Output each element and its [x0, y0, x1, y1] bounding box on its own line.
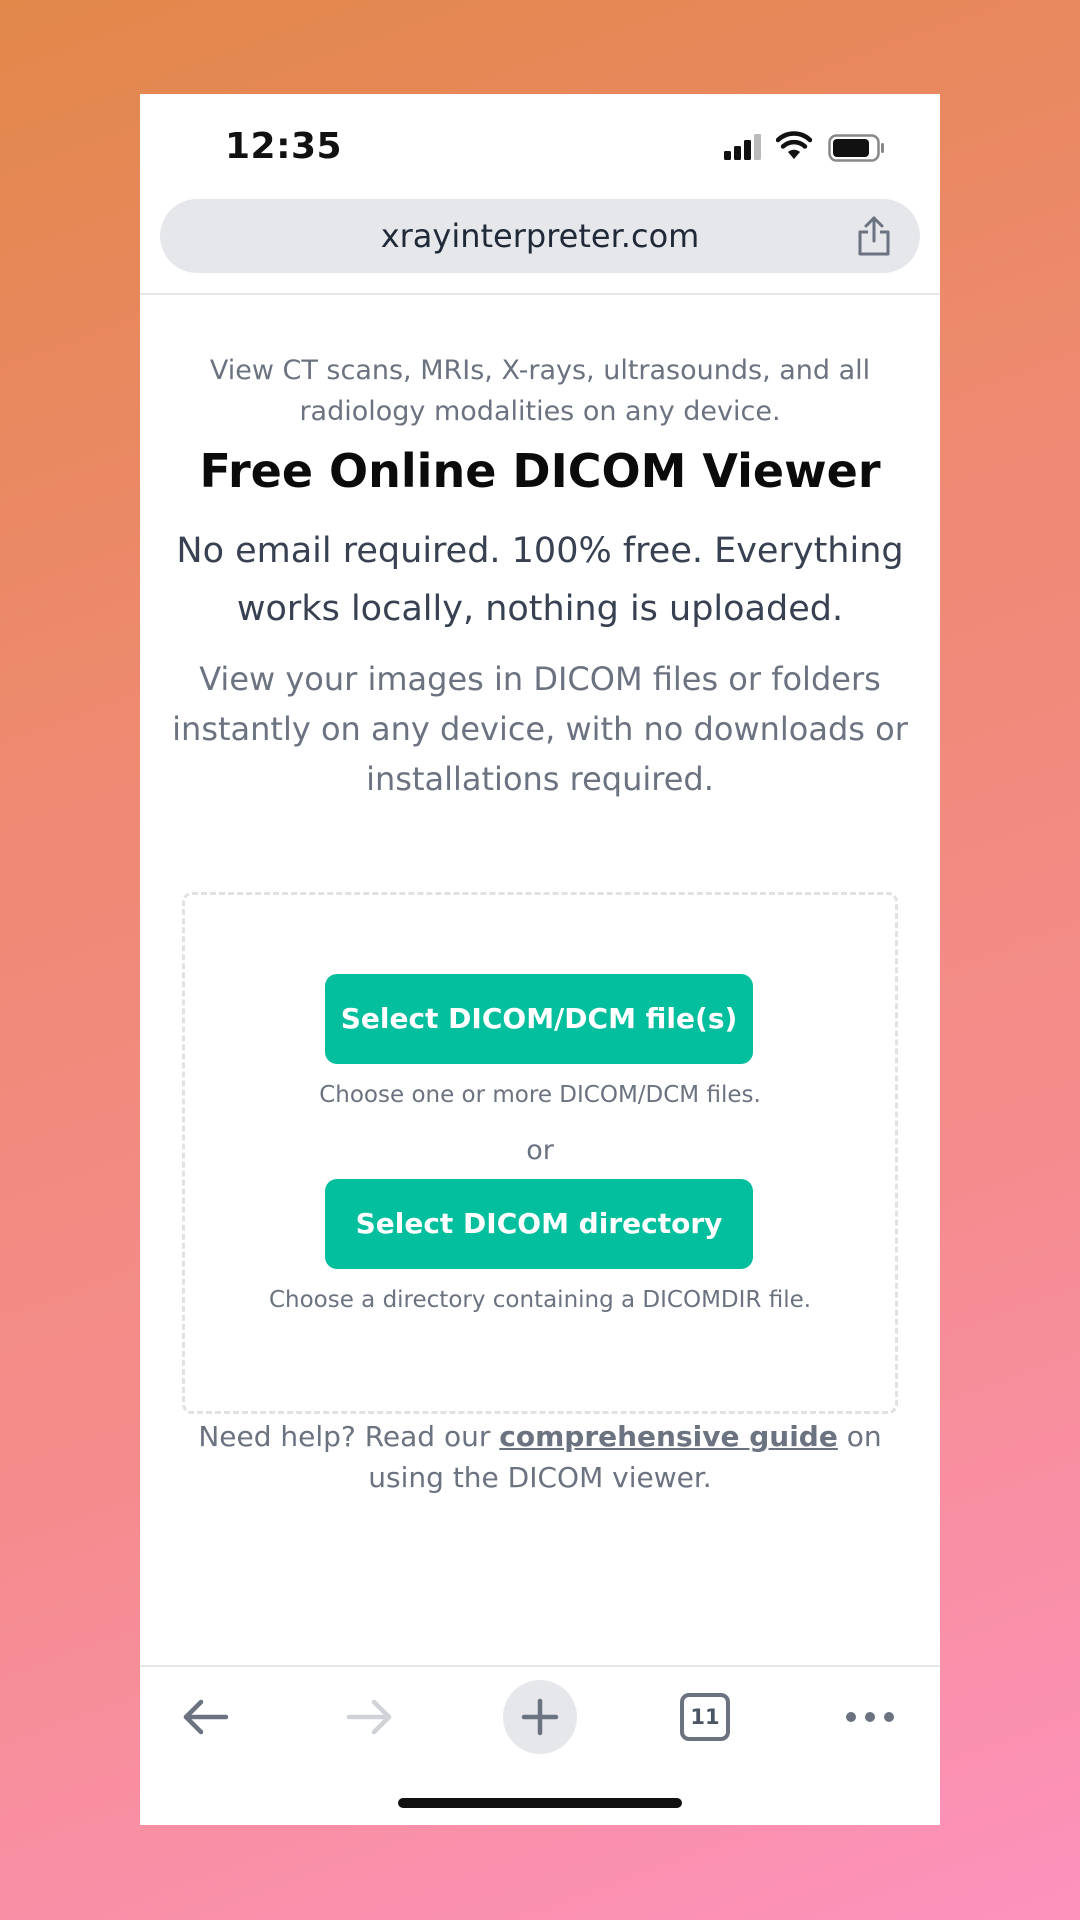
wifi-icon — [776, 131, 812, 159]
directory-hint: Choose a directory containing a DICOMDIR… — [268, 1287, 812, 1313]
select-directory-button[interactable]: Select DICOM directory — [325, 1179, 753, 1269]
more-icon — [846, 1712, 894, 1722]
tabs-icon: 11 — [680, 1693, 730, 1741]
new-tab-circle — [503, 1680, 577, 1754]
description: View your images in DICOM files or folde… — [172, 660, 908, 798]
guide-link[interactable]: comprehensive guide — [499, 1420, 838, 1453]
tagline: View CT scans, MRIs, X-rays, ultrasounds… — [209, 355, 871, 427]
bottom-toolbar: 11 — [140, 1667, 940, 1767]
help-text: Need help? Read our comprehensive guide … — [170, 1416, 910, 1498]
url-text: xrayinterpreter.com — [380, 217, 700, 255]
or-separator: or — [526, 1135, 554, 1166]
select-files-button[interactable]: Select DICOM/DCM file(s) — [325, 974, 753, 1064]
back-button[interactable] — [165, 1667, 245, 1767]
battery-icon — [828, 134, 884, 162]
share-icon[interactable] — [856, 215, 892, 257]
address-bar[interactable]: xrayinterpreter.com — [160, 199, 920, 273]
tabs-button[interactable]: 11 — [665, 1667, 745, 1767]
help-prefix: Need help? Read our — [198, 1420, 500, 1453]
forward-button[interactable] — [330, 1667, 410, 1767]
plus-icon — [521, 1698, 559, 1736]
subtitle: No email required. 100% free. Everything… — [176, 531, 904, 629]
page-title: Free Online DICOM Viewer — [199, 444, 881, 498]
new-tab-button[interactable] — [500, 1667, 580, 1767]
status-time: 12:35 — [225, 126, 343, 167]
dropzone[interactable]: Select DICOM/DCM file(s) Choose one or m… — [182, 892, 898, 1414]
top-divider — [140, 293, 940, 295]
status-bar: 12:35 — [140, 94, 940, 194]
browser-window: 12:35 xrayinterpreter.com View CT scans,… — [140, 94, 940, 1825]
files-hint: Choose one or more DICOM/DCM files. — [319, 1082, 761, 1108]
signal-icon — [724, 134, 761, 160]
more-button[interactable] — [830, 1667, 910, 1767]
home-indicator[interactable] — [398, 1798, 682, 1808]
back-arrow-icon — [183, 1699, 229, 1735]
forward-arrow-icon — [346, 1699, 392, 1735]
